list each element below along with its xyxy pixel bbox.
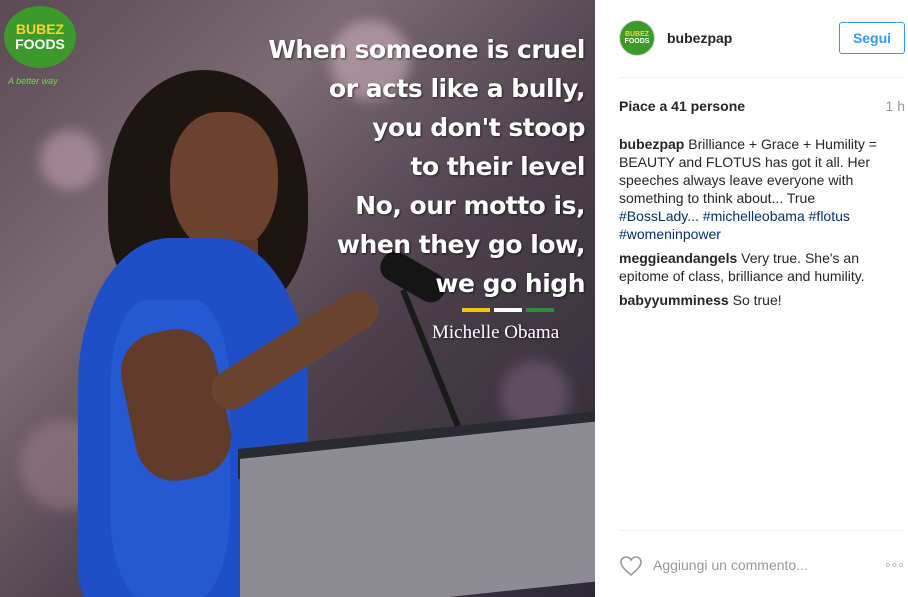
- quote-author: Michelle Obama: [432, 322, 560, 343]
- caption-username[interactable]: bubezpap: [619, 136, 684, 152]
- comments-list: bubezpap Brilliance + Grace + Humility =…: [619, 135, 889, 315]
- hashtag-link[interactable]: #michelleobama: [703, 208, 805, 224]
- hashtag-link[interactable]: #BossLady...: [619, 208, 699, 224]
- quote-line: when they go low,: [336, 230, 586, 259]
- quote-line: or acts like a bully,: [329, 74, 585, 103]
- likes-count[interactable]: Piace a 41 persone: [619, 98, 745, 114]
- flag-bar: [494, 308, 522, 312]
- microphone-stand: [400, 288, 462, 431]
- quote-text: When someone is cruel or acts like a bul…: [265, 30, 585, 303]
- add-comment-input[interactable]: Aggiungi un commento...: [653, 557, 808, 573]
- heart-icon[interactable]: [619, 555, 643, 577]
- comment-item: meggieandangels Very true. She's an epit…: [619, 249, 889, 285]
- flag-bar: [526, 308, 554, 312]
- logo-line2: FOODS: [15, 36, 65, 52]
- post-time[interactable]: 1 h: [886, 98, 905, 114]
- post-footer: Aggiungi un commento... ◦◦◦: [619, 530, 905, 597]
- username-link[interactable]: bubezpap: [667, 30, 732, 46]
- hashtag-link[interactable]: #flotus: [809, 208, 850, 224]
- comment-text: So true!: [732, 292, 782, 308]
- avatar-line1: BUBEZ: [624, 30, 650, 38]
- caption: bubezpap Brilliance + Grace + Humility =…: [619, 135, 889, 243]
- post-sidebar: BUBEZ FOODS bubezpap Segui Piace a 41 pe…: [595, 0, 908, 597]
- background-light: [40, 130, 100, 190]
- likes-row: Piace a 41 persone 1 h: [619, 98, 905, 114]
- logo-tagline: A better way: [8, 76, 58, 86]
- avatar-line2: FOODS: [624, 38, 650, 45]
- follow-button[interactable]: Segui: [839, 22, 905, 54]
- comment-item: babyyumminess So true!: [619, 291, 889, 309]
- comment-username[interactable]: babyyumminess: [619, 292, 729, 308]
- logo-line1: BUBEZ: [15, 20, 65, 37]
- post-image[interactable]: BUBEZ FOODS A better way When someone is…: [0, 0, 595, 597]
- flag-bar: [462, 308, 490, 312]
- quote-line: you don't stoop: [372, 113, 585, 142]
- quote-line: to their level: [410, 152, 586, 181]
- speaker-face: [170, 112, 278, 254]
- quote-line: we go high: [435, 269, 585, 298]
- hashtag-link[interactable]: #womeninpower: [619, 226, 721, 242]
- comment-username[interactable]: meggieandangels: [619, 250, 737, 266]
- post-header: BUBEZ FOODS bubezpap Segui: [619, 0, 905, 78]
- quote-line: No, our motto is,: [355, 191, 585, 220]
- flag-color-bars: [462, 308, 554, 312]
- quote-line: When someone is cruel: [268, 35, 585, 64]
- avatar[interactable]: BUBEZ FOODS: [619, 20, 655, 56]
- brand-logo: BUBEZ FOODS: [4, 6, 76, 68]
- more-options-icon[interactable]: ◦◦◦: [885, 557, 905, 575]
